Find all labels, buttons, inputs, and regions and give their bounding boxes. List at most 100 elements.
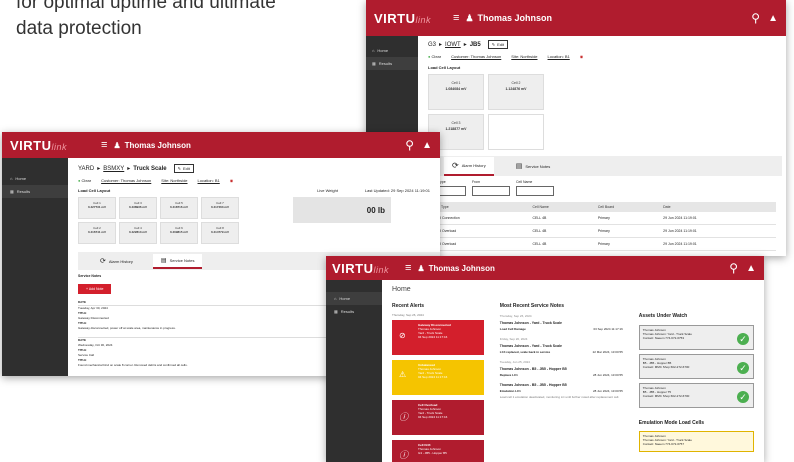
brand-logo: VIRTUlink [374,10,432,26]
breadcrumb-current: JB5 [469,41,481,48]
history-icon: ⟳ [452,160,459,170]
search-icon[interactable]: ⚲ [405,138,414,152]
status-badge: ● Clear [428,54,442,59]
breadcrumb-current: Truck Scale [133,165,167,172]
cell-card-empty [488,114,544,150]
edit-icon: ✎ [177,166,181,171]
watch-card[interactable]: Thomas Johnson B5 - JB5 - Hopper B5 Contac… [638,354,754,379]
bell-icon[interactable]: ▲ [422,140,432,151]
live-weight-panel: 00 lb [293,197,391,223]
sidebar: ⌂ Home ▦ Results [326,280,382,462]
app-header: VIRTUlink ≡ ♟ Thomas Johnson ⚲ ▲ [2,132,440,158]
header-user[interactable]: ♟ Thomas Johnson [465,13,552,24]
recent-service-notes: Most Recent Service Notes Thursday, Sep … [500,303,623,462]
results-icon: ▦ [10,189,14,194]
edit-button[interactable]: ✎ Edit [487,40,508,49]
cell-card[interactable]: Cell 2 1.124876 mV [488,74,544,110]
menu-icon[interactable]: ≡ [101,139,107,151]
edit-button[interactable]: ✎ Edit [173,164,194,173]
sidebar-item-home[interactable]: ⌂ Home [366,44,418,57]
note-item[interactable]: Thomas Johnson - B5 - JB5 - Hopper B5 Em… [500,383,623,399]
menu-icon[interactable]: ≡ [453,12,459,24]
menu-icon[interactable]: ≡ [405,262,411,274]
notes-icon: ▤ [160,257,167,264]
cell-card[interactable]: Cell 1 1.084084 mV [428,74,484,110]
cell-card[interactable]: Cell 3 0.438936 mV [119,197,157,219]
warning-icon: ⚠ [399,370,407,379]
cell-card[interactable]: Cell 4 0.422813 mV [119,222,157,244]
recent-alerts: Recent Alerts Thursday, Sep 26, 2024 ⊘ G… [392,303,484,462]
cell-card[interactable]: Cell 2 0.416741 mV [78,222,116,244]
note-item[interactable]: Tuesday, Jun 25, 2024 Thomas Johnson - B… [500,360,623,377]
cell-card[interactable]: Cell 8 0.414779 mV [201,222,239,244]
location-pin-icon: ◉ [229,178,234,183]
sidebar-item-results[interactable]: ▦ Results [366,57,418,70]
sidebar-item-results[interactable]: ▦ Results [326,305,382,318]
info-icon: ⓘ [399,450,409,460]
site-link[interactable]: Site: Northside [511,54,537,59]
bell-icon[interactable]: ▲ [746,263,756,274]
filter-row: Alarm Type From Cell Name [428,180,776,196]
user-icon: ♟ [113,140,121,150]
cell-card[interactable]: Cell 5 0.418716 mV [160,197,198,219]
table-row[interactable]: Cell Connection CELL 4B Primary 29 Jun 2… [428,212,776,225]
tab-alarm-history[interactable]: ⟳ Alarm History [94,254,139,268]
cell-grid: Cell 1 0.427731 mV Cell 3 0.438936 mV Cell… [78,197,239,244]
tab-service-notes[interactable]: ▤ Service Notes [152,253,203,269]
page-title: Home [392,286,411,293]
alert-card[interactable]: ⓘ Cell Overload Thomas Johnson Yard - Truc… [392,400,484,435]
app-header: VIRTUlink ≡ ♟ Thomas Johnson ⚲ ▲ [366,0,786,36]
cell-card[interactable]: Cell 7 0.417463 mV [201,197,239,219]
service-notes-title: Most Recent Service Notes [499,303,564,309]
customer-link[interactable]: Customer: Thomas Johnson [451,54,501,59]
header-user[interactable]: ♟ Thomas Johnson [113,141,190,150]
cell-name-filter[interactable] [516,186,554,196]
home-icon: ⌂ [10,176,13,181]
meta-row: ● Clear Customer: Thomas Johnson Site: N… [428,54,776,59]
sidebar-item-home[interactable]: ⌂ Home [2,172,68,185]
from-filter[interactable] [472,186,510,196]
tagline: for optimal uptime and ultimate data pro… [16,0,276,42]
alarm-table: Alarm Type Cell Name Cell Board Date Cel… [428,202,776,251]
location-link[interactable]: Location: B1 [548,54,570,59]
watch-card[interactable]: Thomas Johnson B5 - JB5 - Hopper T5 Contac… [638,383,754,408]
breadcrumb-item[interactable]: IOWT [445,42,461,48]
breadcrumb-item[interactable]: YARD [78,166,94,172]
search-icon[interactable]: ⚲ [751,11,760,25]
brand-logo: VIRTUlink [10,137,68,153]
bell-icon[interactable]: ▲ [768,13,778,24]
table-row[interactable]: Cell Overload CELL 4B Primary 29 Jun 202… [428,237,776,251]
add-note-button[interactable]: + Add Note [78,284,112,294]
layout-title: Load Cell Layout [428,65,461,70]
breadcrumb-item[interactable]: BSMXY [103,166,124,172]
customer-link[interactable]: Customer: Thomas Johnson [101,178,151,183]
table-row[interactable]: Cell Overload CELL 4B Primary 29 Jun 202… [428,224,776,238]
history-icon: ⟳ [100,258,106,265]
cell-card[interactable]: Cell 6 0.409815 mV [160,222,198,244]
alert-card[interactable]: ⓘ Cell Drift Thomas Johnson G3 - JB5 - Hop… [392,440,484,462]
note-item[interactable]: Friday, Sep 20, 2024 Thomas Johnson - Ya… [500,337,623,354]
notes-icon: ▤ [515,163,523,170]
alert-card[interactable]: ⊘ Gateway Disconnected Thomas Johnson Yard… [392,320,484,355]
alert-card[interactable]: ⚠ Unbalanced Thomas Johnson Yard - Truck S… [392,360,484,395]
watch-card[interactable]: Thomas Johnson Thomas Johnson: Yard - Tru… [638,325,754,350]
app-header: VIRTUlink ≡ ♟ Thomas Johnson ⚲ ▲ [326,256,764,280]
brand-logo: VIRTUlink [332,260,390,276]
check-icon: ✓ [737,333,749,345]
tab-service-notes[interactable]: ▤ Service Notes [510,158,557,174]
watch-title: Assets Under Watch [638,313,688,319]
sidebar-item-home[interactable]: ⌂ Home [326,292,382,305]
location-link[interactable]: Location: B1 [198,178,220,183]
site-link[interactable]: Site: Northside [161,178,187,183]
live-weight-label: Live Weight [317,188,338,193]
emulation-card[interactable]: Thomas Johnson Thomas Johnson: Yard - Tru… [638,431,754,452]
sidebar-item-results[interactable]: ▦ Results [2,185,68,198]
location-pin-icon: ◉ [579,54,584,59]
search-icon[interactable]: ⚲ [729,261,738,275]
note-item[interactable]: Thursday, Sep 26, 2024 Thomas Johnson - … [500,314,623,331]
cell-card[interactable]: Cell 1 0.427731 mV [78,197,116,219]
sidebar: ⌂ Home ▦ Results [2,158,68,376]
tab-alarm-history[interactable]: ⟳ Alarm History [444,156,494,176]
breadcrumb-item[interactable]: G3 [428,42,436,48]
header-user[interactable]: ♟ Thomas Johnson [417,264,494,273]
